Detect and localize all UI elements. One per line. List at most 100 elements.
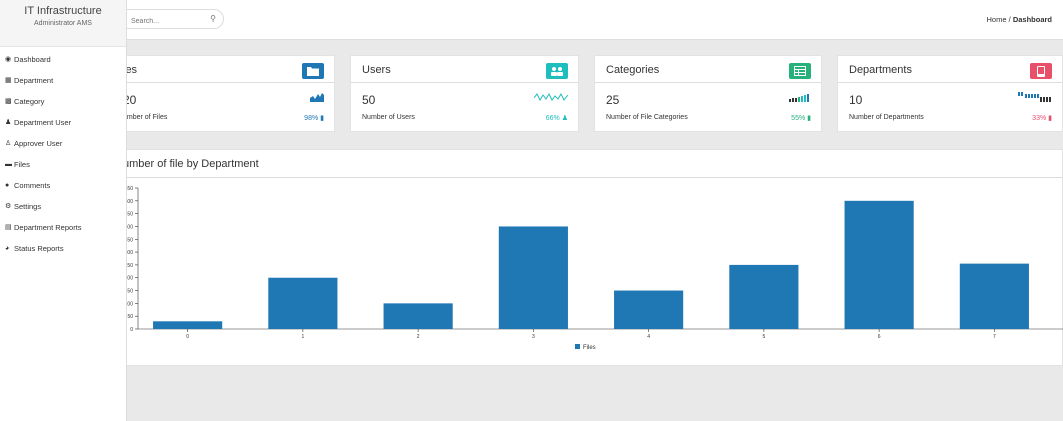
sidebar-item-label: Dashboard bbox=[14, 55, 51, 64]
folder-icon: ▮ bbox=[320, 115, 324, 122]
card-header: Categories bbox=[595, 56, 821, 83]
building-icon: ▦ bbox=[5, 77, 12, 84]
sparkline-icon bbox=[789, 94, 809, 102]
breadcrumb: Home / Dashboard bbox=[987, 15, 1052, 24]
users-icon: ♟ bbox=[5, 119, 12, 126]
files-by-department-chart: 0501001502002503003504004505005500 1 2 3 4 5 6… bbox=[125, 186, 1063, 351]
bar-7 bbox=[959, 263, 1029, 329]
sidebar-item-comments[interactable]: ● Comments bbox=[0, 179, 126, 200]
pie-chart-icon: ◕ bbox=[5, 245, 10, 252]
search-icon[interactable]: ⚲ bbox=[210, 14, 216, 23]
sidebar-item-label: Department bbox=[14, 76, 54, 85]
card-description: umber of Files bbox=[123, 114, 168, 121]
sidebar-item-label: Comments bbox=[14, 181, 51, 190]
comment-icon: ● bbox=[5, 182, 10, 189]
x-tick-label: 5 bbox=[762, 334, 765, 340]
sidebar-item-label: Department User bbox=[14, 118, 72, 127]
card-count: 50 bbox=[362, 93, 376, 107]
card-description: Number of Departments bbox=[849, 114, 924, 121]
stat-card-users[interactable]: Users 50 Number of Users 66% ♟ bbox=[350, 55, 579, 132]
stat-card-departments[interactable]: Departments 10 Number of Departments 33%… bbox=[837, 55, 1063, 132]
bar-2 bbox=[383, 303, 453, 329]
search-box[interactable]: ⚲ bbox=[118, 9, 224, 31]
bar-1 bbox=[268, 277, 338, 329]
sidebar-item-department-user[interactable]: ♟ Department User bbox=[0, 116, 126, 137]
sidebar-item-dashboard[interactable]: ◉ Dashboard bbox=[0, 53, 126, 74]
bookmark-icon: ▮ bbox=[1048, 115, 1052, 122]
file-icon: ▮ bbox=[807, 115, 811, 122]
breadcrumb-current: Dashboard bbox=[1012, 15, 1052, 24]
breadcrumb-home[interactable]: Home bbox=[987, 15, 1007, 24]
sidebar-item-label: Status Reports bbox=[14, 244, 64, 253]
sidebar-item-label: Approver User bbox=[14, 139, 63, 148]
sidebar-item-label: Department Reports bbox=[14, 223, 82, 232]
card-title: Departments bbox=[849, 64, 912, 76]
legend-swatch bbox=[575, 344, 580, 349]
card-title: Users bbox=[362, 64, 391, 76]
panel-title: umber of file by Department bbox=[123, 158, 259, 170]
sidebar-menu: ◉ Dashboard ▦ Department ▩ Category ♟ Depart… bbox=[0, 47, 126, 263]
grid-icon: ▩ bbox=[5, 98, 12, 105]
sidebar-item-label: Category bbox=[14, 97, 45, 106]
y-tick-label: 0 bbox=[130, 327, 133, 333]
bar-5 bbox=[729, 264, 799, 329]
user-icon: ♙ bbox=[5, 140, 12, 147]
card-percent: 98% ▮ bbox=[304, 115, 324, 122]
card-header: Departments bbox=[838, 56, 1062, 83]
card-percent: 66% ♟ bbox=[545, 115, 568, 122]
app-title: IT Infrastructure bbox=[24, 5, 102, 17]
table-icon bbox=[789, 63, 811, 79]
bar-chart-icon: ▤ bbox=[5, 224, 12, 231]
search-input[interactable] bbox=[119, 12, 199, 31]
x-tick-label: 2 bbox=[417, 334, 420, 340]
bar-3 bbox=[498, 226, 568, 329]
x-tick-label: 4 bbox=[647, 334, 650, 340]
sidebar-item-label: Settings bbox=[14, 202, 42, 211]
x-tick-label: 3 bbox=[532, 334, 535, 340]
sidebar-item-files[interactable]: ▬ Files bbox=[0, 158, 126, 179]
x-tick-label: 0 bbox=[186, 334, 189, 340]
sidebar-item-settings[interactable]: ⚙ Settings bbox=[0, 200, 126, 221]
brand: IT Infrastructure Administrator AMS bbox=[0, 0, 126, 47]
user-role: Administrator AMS bbox=[34, 20, 92, 27]
card-percent: 33% ▮ bbox=[1032, 115, 1052, 122]
users-icon bbox=[546, 63, 568, 79]
sidebar-item-department[interactable]: ▦ Department bbox=[0, 74, 126, 95]
card-count: 25 bbox=[606, 93, 620, 107]
dashboard-icon: ◉ bbox=[5, 56, 12, 63]
sidebar-item-approver-user[interactable]: ♙ Approver User bbox=[0, 137, 126, 158]
sidebar-item-status-reports[interactable]: ◕ Status Reports bbox=[0, 242, 126, 263]
card-percent: 55% ▮ bbox=[791, 115, 811, 122]
stat-card-categories[interactable]: Categories 25 Number of File Categories … bbox=[594, 55, 822, 132]
sidebar-item-category[interactable]: ▩ Category bbox=[0, 95, 126, 116]
sparkline-icon bbox=[534, 92, 568, 102]
card-header: Users bbox=[351, 56, 578, 83]
x-tick-label: 1 bbox=[301, 334, 304, 340]
card-count: 10 bbox=[849, 93, 863, 107]
folder-icon bbox=[302, 63, 324, 79]
chart-panel: umber of file by Department 0 50 100 150 200… bbox=[111, 149, 1063, 366]
folder-icon: ▬ bbox=[5, 161, 12, 168]
sparkline-icon bbox=[1018, 92, 1051, 102]
sparkline-icon bbox=[310, 93, 324, 102]
x-tick-label: 7 bbox=[993, 334, 996, 340]
stat-card-files[interactable]: les 20 umber of Files 98% ▮ bbox=[111, 55, 335, 132]
y-tick-label: 50 bbox=[127, 314, 133, 320]
panel-header: umber of file by Department bbox=[112, 150, 1062, 178]
bar-0 bbox=[153, 321, 223, 329]
legend-label: Files bbox=[583, 345, 596, 351]
sidebar-item-label: Files bbox=[14, 160, 30, 169]
top-bar: ⚲ Home / Dashboard bbox=[0, 0, 1063, 40]
bar-6 bbox=[844, 200, 914, 329]
breadcrumb-separator: / bbox=[1008, 15, 1011, 24]
x-tick-label: 6 bbox=[878, 334, 881, 340]
bar-4 bbox=[614, 290, 684, 329]
tablet-icon bbox=[1030, 63, 1052, 79]
sidebar-item-department-reports[interactable]: ▤ Department Reports bbox=[0, 221, 126, 242]
card-title: Categories bbox=[606, 64, 660, 76]
gear-icon: ⚙ bbox=[5, 203, 12, 210]
card-description: Number of Users bbox=[362, 114, 415, 121]
user-icon: ♟ bbox=[561, 115, 568, 122]
sidebar: IT Infrastructure Administrator AMS ◉ Das… bbox=[0, 0, 127, 421]
card-description: Number of File Categories bbox=[606, 114, 688, 121]
